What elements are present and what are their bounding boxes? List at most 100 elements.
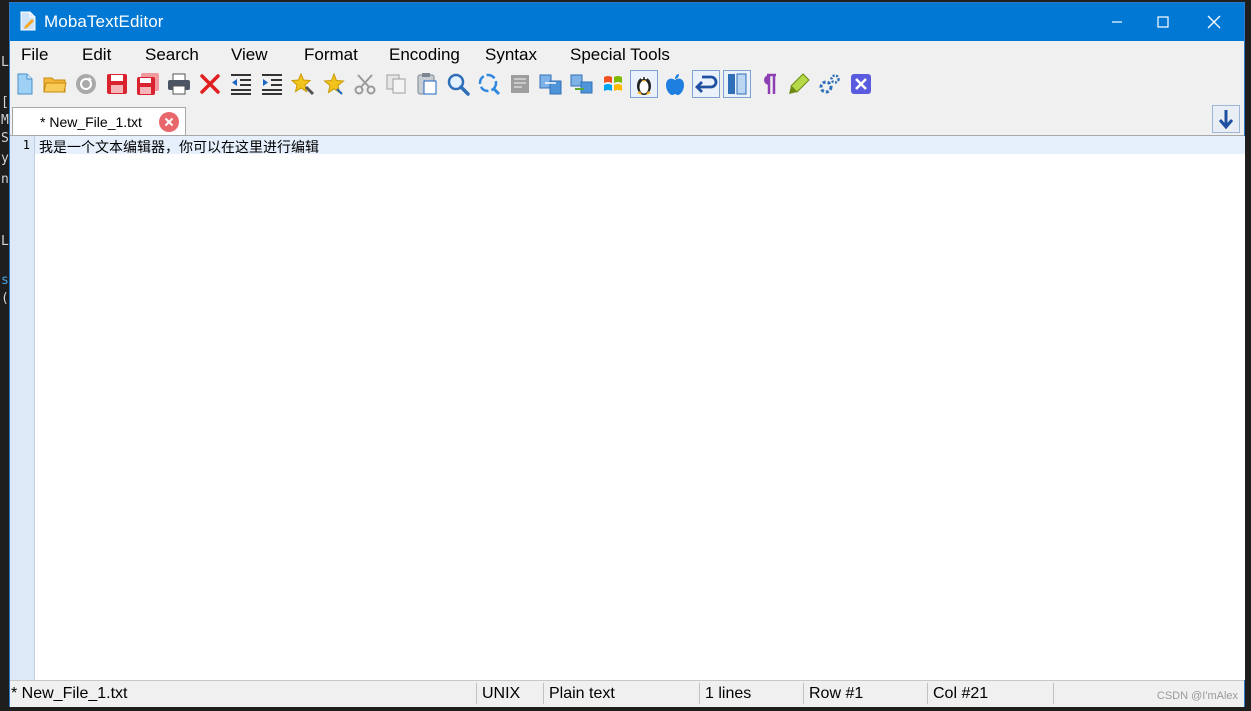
- watermark: CSDN @I'mAlex: [1156, 690, 1238, 702]
- line-text: 我是一个文本编辑器，你可以在这里进行编辑: [39, 140, 319, 156]
- status-file: * New_File_1.txt: [11, 685, 128, 702]
- menu-syntax[interactable]: Syntax: [485, 45, 537, 65]
- bg-char: L: [1, 234, 9, 249]
- windows-eol-icon: [604, 76, 622, 91]
- linux-eol-icon: [637, 76, 651, 95]
- bg-char: n: [1, 172, 9, 187]
- open-file-button[interactable]: [41, 70, 69, 98]
- indent-button[interactable]: [258, 70, 286, 98]
- bg-char: S: [1, 131, 9, 146]
- document-icon: [511, 75, 529, 93]
- print-button[interactable]: [165, 70, 193, 98]
- reload-icon: [76, 74, 96, 94]
- menu-encoding[interactable]: Encoding: [389, 45, 460, 65]
- title-bar[interactable]: MobaTextEditor: [10, 3, 1244, 41]
- indent-icon: [262, 74, 282, 95]
- status-divider: [1053, 683, 1054, 704]
- bookmark-toggle-button[interactable]: [289, 70, 317, 98]
- line-number-gutter: 1: [10, 136, 35, 680]
- paste-icon: [417, 73, 437, 95]
- paste-button[interactable]: [413, 70, 441, 98]
- save-button[interactable]: [103, 70, 131, 98]
- bg-char: L: [1, 55, 9, 70]
- unindent-icon: [231, 74, 251, 95]
- close-button[interactable]: [1191, 3, 1237, 41]
- show-symbols-button[interactable]: [754, 70, 782, 98]
- line-number: 1: [22, 138, 30, 152]
- status-divider: [699, 683, 700, 704]
- menu-special-tools[interactable]: Special Tools: [570, 45, 670, 65]
- close-file-button[interactable]: [196, 70, 224, 98]
- exit-button[interactable]: [847, 70, 875, 98]
- editor-window: MobaTextEditor File Edit Search View For…: [9, 2, 1245, 707]
- replace-icon: [478, 73, 501, 96]
- replace-button[interactable]: [475, 70, 503, 98]
- columns-icon: [728, 73, 747, 95]
- minimize-button[interactable]: [1094, 3, 1140, 41]
- mac-eol-icon: [666, 74, 684, 95]
- status-row: Row #1: [809, 685, 864, 702]
- save-as-button[interactable]: [134, 70, 162, 98]
- compare-button[interactable]: [537, 70, 565, 98]
- tab-new-file-1[interactable]: * New_File_1.txt: [12, 107, 186, 135]
- merge-button[interactable]: [568, 70, 596, 98]
- save-icon: [107, 74, 127, 94]
- reload-button[interactable]: [72, 70, 100, 98]
- scroll-down-button[interactable]: [1212, 105, 1240, 133]
- menu-bar: File Edit Search View Format Encoding Sy…: [10, 41, 1244, 68]
- status-divider: [543, 683, 544, 704]
- undo-wrap-icon: [695, 75, 718, 93]
- menu-format[interactable]: Format: [304, 45, 358, 65]
- highlight-button[interactable]: [785, 70, 813, 98]
- unindent-button[interactable]: [227, 70, 255, 98]
- columns-button[interactable]: [723, 70, 751, 98]
- highlight-icon: [789, 73, 810, 94]
- mac-eol-button[interactable]: [661, 70, 689, 98]
- menu-file[interactable]: File: [21, 45, 48, 65]
- tab-close-button[interactable]: [159, 112, 179, 132]
- close-icon: [1207, 15, 1221, 29]
- maximize-icon: [1157, 16, 1169, 28]
- windows-eol-button[interactable]: [599, 70, 627, 98]
- copy-button[interactable]: [382, 70, 410, 98]
- toolbar: [10, 68, 1244, 102]
- search-icon: [447, 73, 470, 96]
- close-icon: [164, 117, 174, 127]
- bookmark-next-icon: [323, 72, 345, 95]
- bg-char: [: [1, 95, 9, 110]
- minimize-icon: [1112, 21, 1122, 23]
- new-file-icon: [17, 73, 33, 95]
- maximize-button[interactable]: [1140, 3, 1186, 41]
- word-wrap-button[interactable]: [692, 70, 720, 98]
- status-syntax: Plain text: [549, 685, 615, 702]
- menu-search[interactable]: Search: [145, 45, 199, 65]
- current-line[interactable]: 我是一个文本编辑器，你可以在这里进行编辑: [35, 136, 1245, 156]
- save-as-icon: [137, 73, 159, 95]
- menu-edit[interactable]: Edit: [82, 45, 111, 65]
- merge-icon: [570, 74, 593, 94]
- linux-eol-button[interactable]: [630, 70, 658, 98]
- new-file-button[interactable]: [11, 70, 39, 98]
- status-divider: [927, 683, 928, 704]
- copy-icon: [386, 74, 406, 94]
- status-col: Col #21: [933, 685, 989, 702]
- settings-button[interactable]: [816, 70, 844, 98]
- editor-area[interactable]: 1 我是一个文本编辑器，你可以在这里进行编辑: [10, 136, 1245, 680]
- open-folder-icon: [43, 77, 67, 93]
- status-divider: [803, 683, 804, 704]
- search-button[interactable]: [444, 70, 472, 98]
- status-divider: [476, 683, 477, 704]
- status-bar: * New_File_1.txt UNIX Plain text 1 lines…: [10, 680, 1244, 707]
- app-document-icon: [20, 11, 36, 31]
- bookmark-next-button[interactable]: [320, 70, 348, 98]
- document-button[interactable]: [506, 70, 534, 98]
- bg-char: M: [1, 113, 9, 128]
- bg-char: s: [1, 273, 9, 288]
- status-lines: 1 lines: [705, 685, 752, 702]
- cut-button[interactable]: [351, 70, 379, 98]
- tab-bar: * New_File_1.txt: [10, 102, 1244, 136]
- menu-view[interactable]: View: [231, 45, 268, 65]
- compare-icon: [539, 74, 562, 95]
- arrow-down-icon: [1219, 110, 1233, 129]
- print-icon: [168, 73, 190, 95]
